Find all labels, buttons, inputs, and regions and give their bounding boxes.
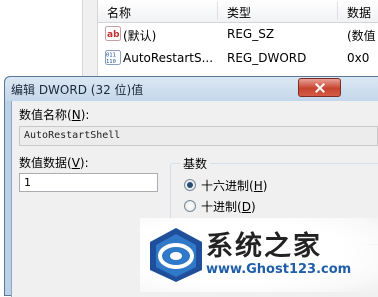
- pane-splitter[interactable]: [82, 0, 98, 80]
- value-row-autorestartshell[interactable]: 011 110 AutoRestartS... REG_DWORD 0x0: [98, 48, 378, 68]
- column-header-name[interactable]: 名称: [107, 4, 131, 21]
- key-tree-pane[interactable]: [0, 0, 82, 80]
- value-row-default[interactable]: ab (默认) REG_SZ (数值: [98, 24, 378, 44]
- svg-text:011: 011: [106, 53, 116, 59]
- value-data: 0x0: [347, 51, 370, 65]
- watermark-logo-icon: [150, 228, 202, 282]
- value-data-input[interactable]: 1: [19, 173, 158, 192]
- watermark-url: www.Ghost123.com: [206, 262, 352, 277]
- value-list-pane: 名称 类型 数据 ab (默认) REG_SZ (数值 011 110 Auto…: [98, 0, 378, 80]
- value-data: (数值: [347, 29, 376, 43]
- decimal-radio[interactable]: [184, 200, 196, 212]
- svg-text:ab: ab: [107, 30, 120, 40]
- base-label: 基数: [180, 155, 211, 172]
- hex-radio-label[interactable]: 十六进制(H): [201, 177, 267, 194]
- value-name: (默认): [123, 29, 157, 43]
- value-list-header: 名称 类型 数据: [98, 0, 378, 23]
- svg-text:110: 110: [106, 59, 116, 65]
- dword-value-icon: 011 110: [105, 50, 121, 65]
- value-type: REG_DWORD: [227, 51, 307, 65]
- column-divider[interactable]: [217, 2, 218, 20]
- value-name-field: AutoRestartShell: [19, 126, 378, 146]
- watermark-text: 系统之家: [206, 231, 322, 262]
- value-data-label: 数值数据(V):: [19, 156, 89, 170]
- value-name-label: 数值名称(N):: [19, 108, 90, 122]
- value-type: REG_SZ: [227, 27, 275, 41]
- hex-radio[interactable]: [184, 179, 196, 191]
- dialog-title: 编辑 DWORD (32 位)值: [11, 83, 144, 97]
- value-name: AutoRestartS...: [123, 51, 214, 65]
- site-watermark: 系统之家 www.Ghost123.com: [140, 218, 378, 292]
- decimal-radio-label[interactable]: 十进制(D): [201, 198, 256, 215]
- column-header-data[interactable]: 数据: [347, 4, 371, 21]
- dialog-titlebar[interactable]: 编辑 DWORD (32 位)值: [5, 77, 378, 101]
- string-value-icon: ab: [105, 26, 121, 41]
- column-header-type[interactable]: 类型: [227, 4, 251, 21]
- close-button[interactable]: [298, 78, 341, 97]
- column-divider[interactable]: [337, 2, 338, 20]
